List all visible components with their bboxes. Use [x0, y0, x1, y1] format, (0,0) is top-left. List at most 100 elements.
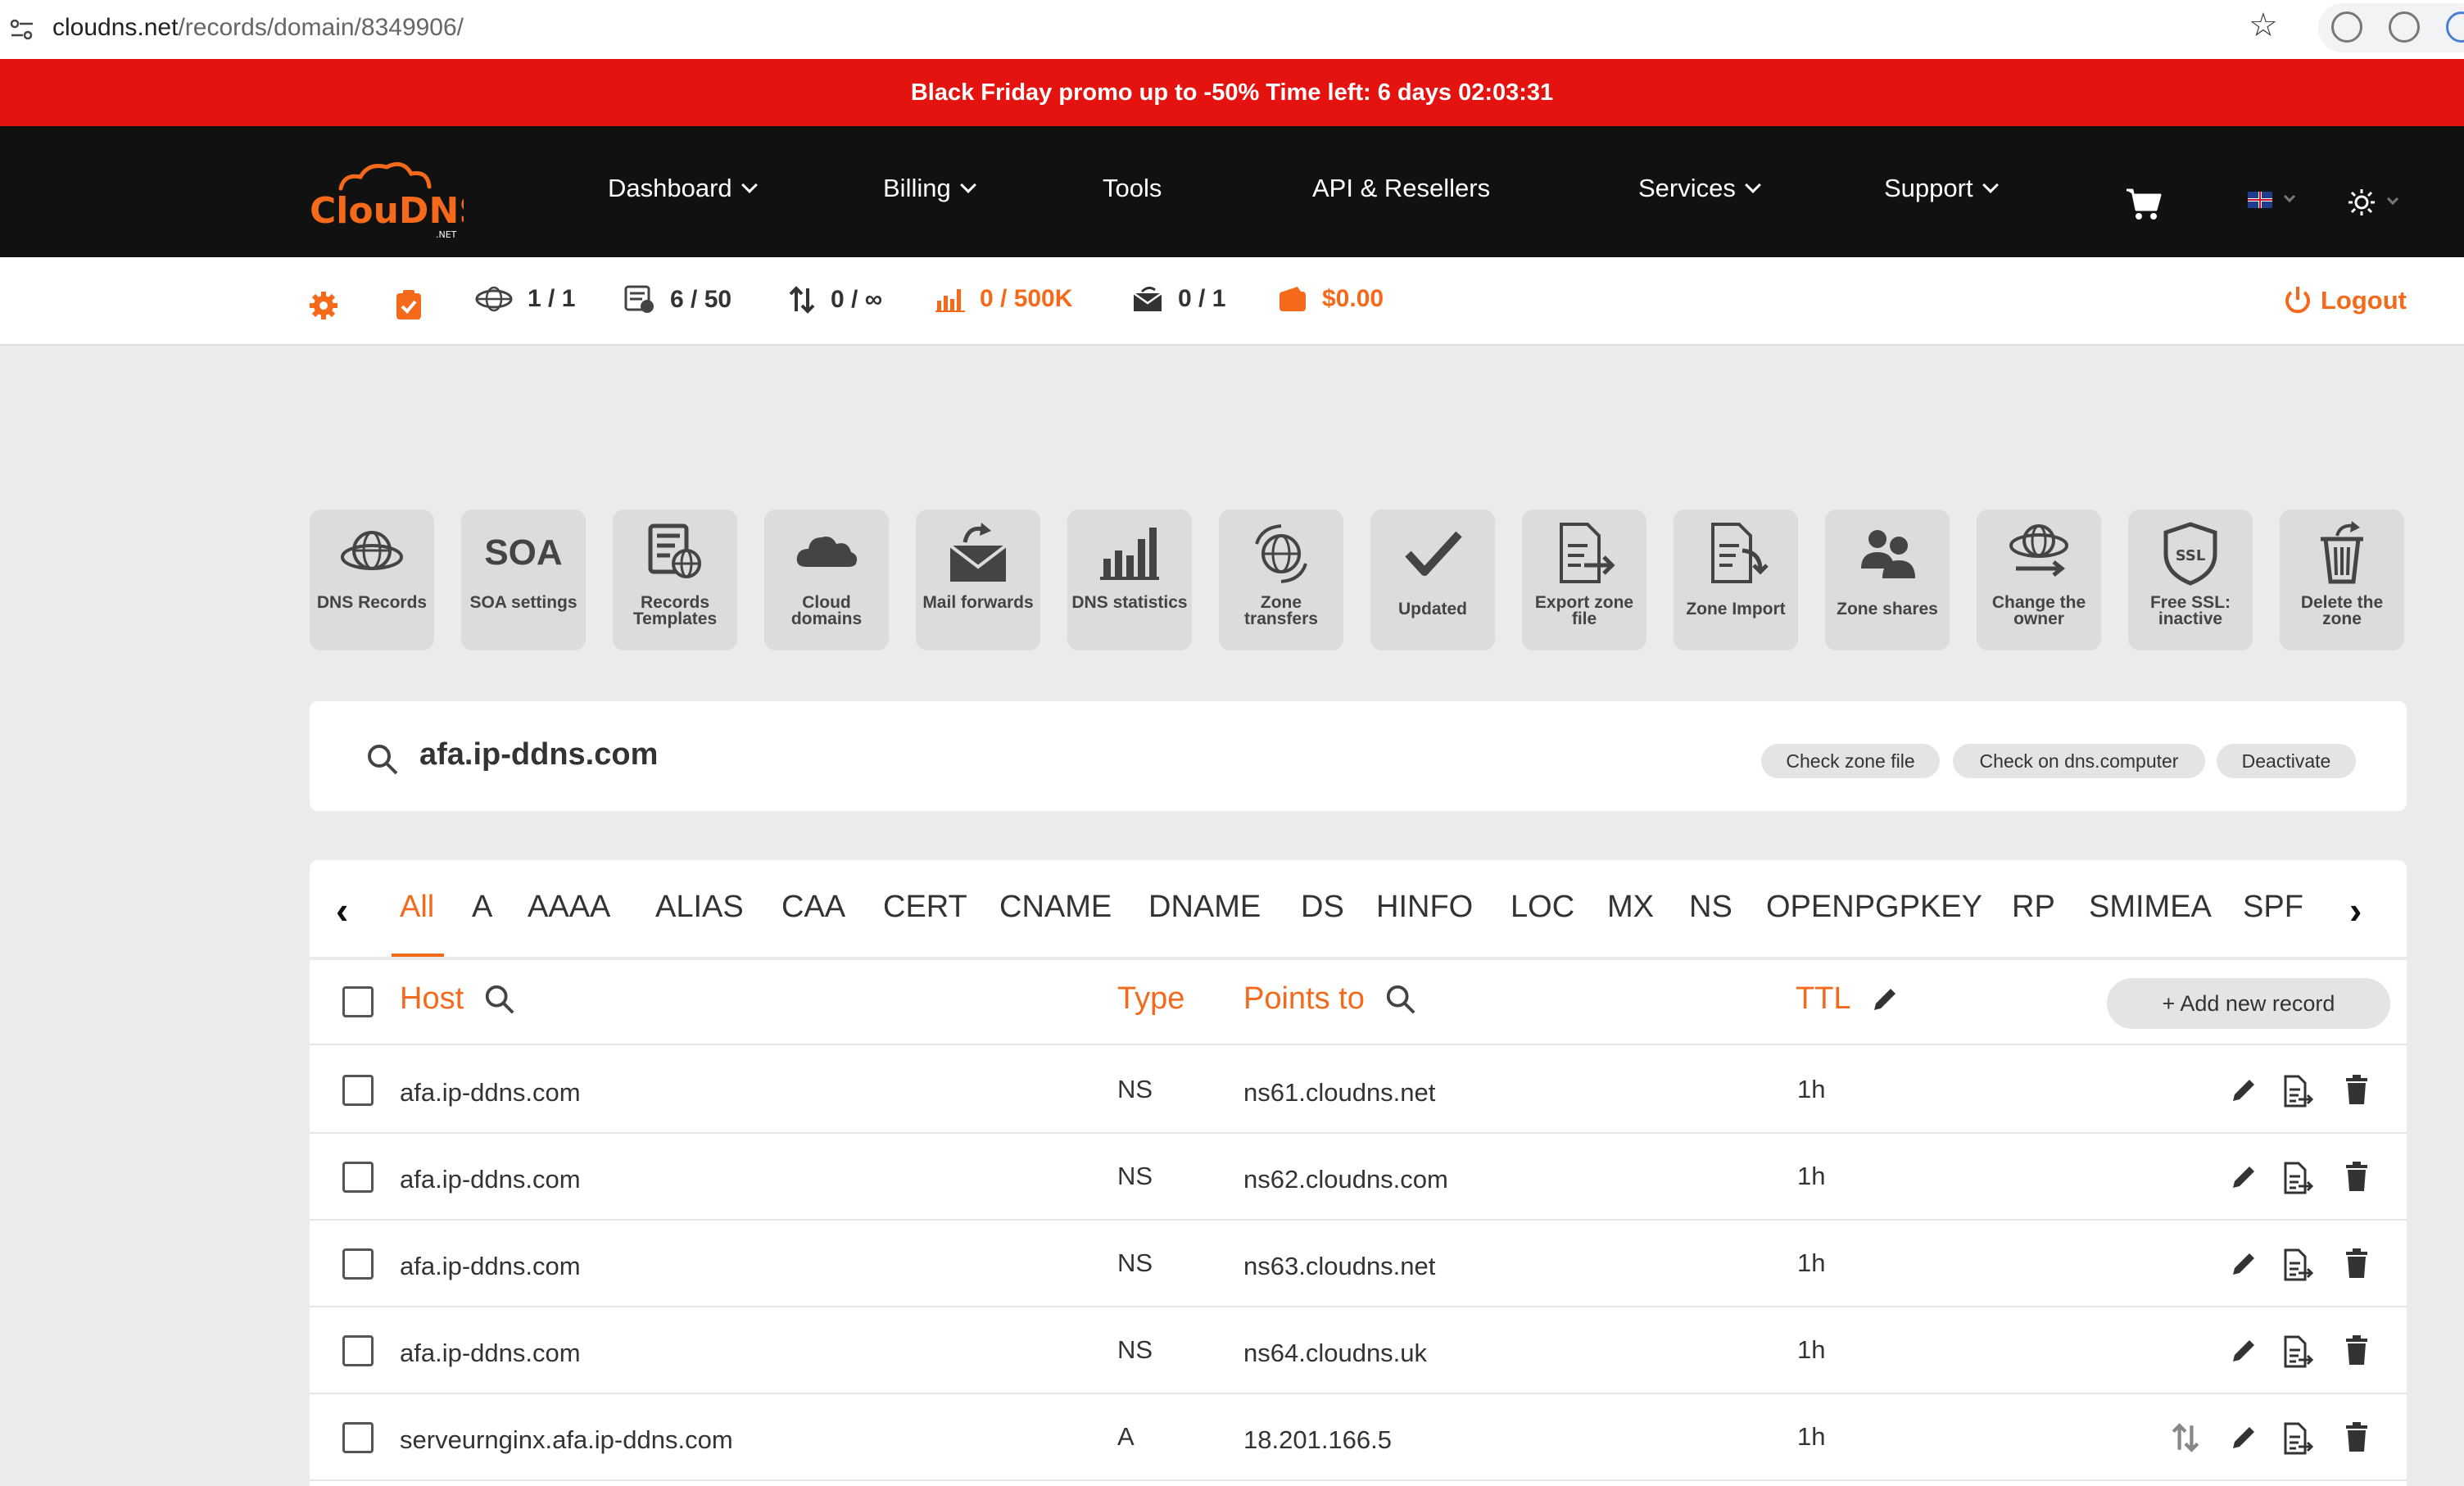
- add-new-record-button[interactable]: + Add new record: [2107, 978, 2390, 1029]
- tab-caa[interactable]: CAA: [781, 890, 845, 925]
- site-settings-icon[interactable]: [10, 18, 34, 41]
- tab-dname[interactable]: DNAME: [1148, 890, 1261, 925]
- row-checkbox[interactable]: [342, 1248, 374, 1280]
- nav-tools[interactable]: Tools: [1103, 174, 1162, 203]
- tool-label: Zone Import: [1686, 600, 1786, 618]
- gear-icon[interactable]: [308, 290, 339, 321]
- search-icon[interactable]: [1384, 983, 1417, 1016]
- edit-pencil-icon[interactable]: [2230, 1337, 2258, 1369]
- tool-zone-transfers[interactable]: Zone transfers: [1219, 510, 1343, 650]
- tab-cert[interactable]: CERT: [883, 890, 967, 925]
- tab-alias[interactable]: ALIAS: [655, 890, 744, 925]
- ssl-shield-icon: SSL: [2163, 522, 2217, 586]
- tab-all[interactable]: All: [400, 890, 434, 925]
- clone-record-icon[interactable]: [2281, 1422, 2314, 1459]
- check-zone-file-button[interactable]: Check zone file: [1761, 744, 1940, 778]
- url-path: /records/domain/8349906/: [178, 14, 464, 41]
- nav-dashboard[interactable]: Dashboard: [608, 174, 758, 203]
- tool-dns-records[interactable]: DNS Records: [310, 510, 434, 650]
- delete-trash-icon[interactable]: [2344, 1248, 2369, 1282]
- edit-pencil-icon[interactable]: [2230, 1163, 2258, 1195]
- tab-ds[interactable]: DS: [1301, 890, 1344, 925]
- tab-hinfo[interactable]: HINFO: [1376, 890, 1473, 925]
- mail-stat[interactable]: 0 / 1: [1132, 285, 1225, 313]
- cart-icon[interactable]: [2125, 187, 2163, 221]
- row-checkbox[interactable]: [342, 1422, 374, 1453]
- row-checkbox[interactable]: [342, 1335, 374, 1366]
- clone-record-icon[interactable]: [2281, 1075, 2314, 1112]
- delete-trash-icon[interactable]: [2344, 1162, 2369, 1195]
- tab-ns[interactable]: NS: [1689, 890, 1732, 925]
- zones-stat[interactable]: 1 / 1: [475, 285, 575, 313]
- host-column-header[interactable]: Host: [400, 981, 516, 1017]
- nav-services[interactable]: Services: [1638, 174, 1761, 203]
- deactivate-button[interactable]: Deactivate: [2217, 744, 2356, 778]
- type-column-header[interactable]: Type: [1117, 981, 1184, 1017]
- pencil-icon[interactable]: [1871, 985, 1899, 1013]
- tool-cloud-domains[interactable]: Cloud domains: [764, 510, 889, 650]
- nav-billing[interactable]: Billing: [883, 174, 976, 203]
- records-stat[interactable]: 6 / 50: [624, 285, 732, 315]
- tab-mx[interactable]: MX: [1607, 890, 1654, 925]
- promo-banner[interactable]: Black Friday promo up to -50% Time left:…: [0, 59, 2464, 126]
- select-all-checkbox[interactable]: [342, 986, 374, 1017]
- power-icon: [2285, 287, 2310, 314]
- tab-openpgpkey[interactable]: OPENPGPKEY: [1766, 890, 1982, 925]
- cloudns-logo[interactable]: ClouDNS .NET: [308, 159, 464, 241]
- extension-icon[interactable]: [2331, 11, 2362, 43]
- language-selector[interactable]: [2248, 190, 2296, 208]
- bookmark-star-icon[interactable]: ☆: [2249, 7, 2278, 44]
- points-to-column-header[interactable]: Points to: [1243, 981, 1417, 1017]
- theme-selector[interactable]: [2348, 188, 2399, 216]
- logout-button[interactable]: Logout: [2283, 285, 2407, 316]
- ttl-column-header[interactable]: TTL: [1796, 981, 1899, 1017]
- tab-smimea[interactable]: SMIMEA: [2089, 890, 2212, 925]
- edit-pencil-icon[interactable]: [2230, 1076, 2258, 1108]
- failover-arrows-icon[interactable]: [2171, 1422, 2200, 1457]
- check-on-dns-computer-button[interactable]: Check on dns.computer: [1953, 744, 2205, 778]
- delete-trash-icon[interactable]: [2344, 1075, 2369, 1108]
- search-icon[interactable]: [365, 742, 400, 777]
- tool-delete-zone[interactable]: Delete the zone: [2280, 510, 2404, 650]
- search-icon[interactable]: [483, 983, 516, 1016]
- tab-spf[interactable]: SPF: [2243, 890, 2303, 925]
- tool-zone-shares[interactable]: Zone shares: [1825, 510, 1950, 650]
- chevron-down-icon: [2386, 193, 2399, 206]
- edit-pencil-icon[interactable]: [2230, 1250, 2258, 1282]
- edit-pencil-icon[interactable]: [2230, 1424, 2258, 1456]
- row-checkbox[interactable]: [342, 1162, 374, 1193]
- tool-updated[interactable]: Updated: [1370, 510, 1495, 650]
- nav-api-resellers[interactable]: API & Resellers: [1312, 174, 1490, 203]
- tab-aaaa[interactable]: AAAA: [528, 890, 610, 925]
- tool-free-ssl[interactable]: SSL Free SSL: inactive: [2128, 510, 2253, 650]
- tabs-next-arrow[interactable]: ›: [2349, 888, 2362, 932]
- transfers-stat[interactable]: 0 / ∞: [788, 285, 882, 315]
- tool-records-templates[interactable]: Records Templates: [613, 510, 737, 650]
- tool-change-owner[interactable]: Change the owner: [1977, 510, 2101, 650]
- row-checkbox[interactable]: [342, 1075, 374, 1106]
- extension-icon-2[interactable]: [2389, 11, 2420, 43]
- tool-dns-statistics[interactable]: DNS statistics: [1067, 510, 1192, 650]
- main-navigation: ClouDNS .NET Dashboard Billing Tools API…: [0, 126, 2464, 257]
- delete-trash-icon[interactable]: [2344, 1422, 2369, 1456]
- clone-record-icon[interactable]: [2281, 1335, 2314, 1372]
- queries-stat[interactable]: 0 / 500K: [935, 285, 1072, 313]
- tool-label: DNS statistics: [1071, 593, 1188, 612]
- tabs-prev-arrow[interactable]: ‹: [336, 888, 348, 932]
- clone-record-icon[interactable]: [2281, 1248, 2314, 1285]
- tool-mail-forwards[interactable]: Mail forwards: [916, 510, 1040, 650]
- zone-domain-name[interactable]: afa.ip-ddns.com: [419, 737, 658, 772]
- address-bar[interactable]: cloudns.net/records/domain/8349906/: [52, 8, 464, 48]
- tab-cname[interactable]: CNAME: [999, 890, 1112, 925]
- nav-support[interactable]: Support: [1884, 174, 1999, 203]
- tab-loc[interactable]: LOC: [1511, 890, 1574, 925]
- tool-zone-import[interactable]: Zone Import: [1674, 510, 1798, 650]
- delete-trash-icon[interactable]: [2344, 1335, 2369, 1369]
- tab-a[interactable]: A: [472, 890, 492, 925]
- clone-record-icon[interactable]: [2281, 1162, 2314, 1198]
- clipboard-check-icon[interactable]: [395, 288, 423, 321]
- balance-stat[interactable]: $0.00: [1278, 285, 1384, 313]
- tool-soa-settings[interactable]: SOA SOA settings: [461, 510, 586, 650]
- tab-rp[interactable]: RP: [2012, 890, 2055, 925]
- tool-export-zone-file[interactable]: Export zone file: [1522, 510, 1646, 650]
